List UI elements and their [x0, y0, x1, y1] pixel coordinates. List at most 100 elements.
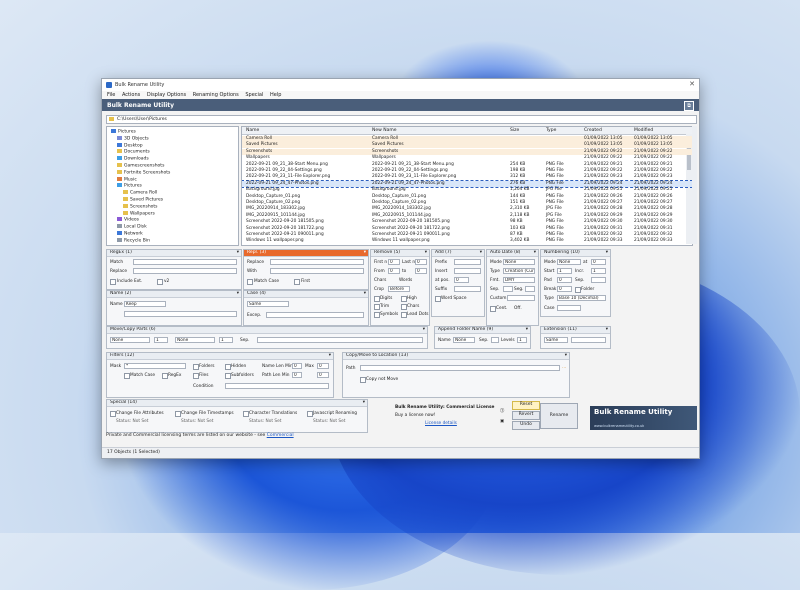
collapse-icon[interactable]: ▾ — [364, 291, 366, 296]
collapse-icon[interactable]: ▾ — [237, 250, 239, 255]
move-copy-sep-field[interactable] — [257, 337, 423, 343]
table-row[interactable]: Screenshot 2022-09-20 181505.png Screensh… — [242, 219, 692, 225]
from-field[interactable]: 0 — [388, 268, 400, 274]
date-seg-field[interactable] — [525, 286, 535, 292]
collapse-icon[interactable]: ▾ — [565, 353, 567, 358]
tree-item[interactable]: Camera Roll — [123, 190, 157, 196]
path-bar[interactable]: C:\Users\User\Pictures — [106, 115, 697, 124]
move-copy-select-2[interactable]: None — [175, 337, 215, 343]
to-field[interactable]: 0 — [415, 268, 427, 274]
rename-button[interactable]: Rename — [540, 403, 578, 429]
collapse-icon[interactable]: ▾ — [425, 250, 427, 255]
name-len-min-field[interactable]: 0 — [292, 363, 302, 369]
move-copy-select-1[interactable]: None — [110, 337, 150, 343]
revert-button[interactable]: Revert — [512, 411, 540, 420]
path-len-max-field[interactable]: 0 — [317, 372, 329, 378]
tree-item[interactable]: Network — [117, 231, 143, 237]
browse-icon[interactable]: … — [562, 365, 566, 370]
menu-special[interactable]: Special — [245, 92, 263, 98]
collapse-icon[interactable]: ▾ — [606, 250, 608, 255]
replace-field[interactable] — [270, 259, 364, 265]
file-list[interactable]: Name New Name Size Type Created Modified… — [241, 126, 693, 246]
tree-item[interactable]: Wallpapers — [123, 210, 155, 217]
first-n-field[interactable]: 0 — [388, 259, 400, 265]
regex-match-field[interactable] — [133, 259, 237, 265]
num-pad-field[interactable]: 0 — [557, 277, 572, 283]
regex-replace-field[interactable] — [133, 268, 237, 274]
prefix-field[interactable] — [454, 259, 481, 265]
tree-item[interactable]: Music — [117, 176, 137, 183]
move-copy-count-2[interactable]: 1 — [219, 337, 233, 343]
table-row[interactable]: Camera Roll Camera Roll 01/09/2022 13:05 01… — [242, 136, 692, 142]
first-checkbox[interactable] — [294, 279, 300, 285]
move-copy-count-1[interactable]: 1 — [154, 337, 168, 343]
date-sep-field[interactable] — [503, 286, 513, 292]
tree-item[interactable]: Fortnite Screenshots — [117, 169, 170, 176]
tree-item[interactable]: Recycle Bin — [117, 237, 150, 244]
num-sep-field[interactable] — [591, 277, 606, 283]
tree-item[interactable]: Videos — [117, 217, 139, 223]
name-select[interactable]: Keep — [124, 301, 166, 307]
table-row[interactable]: IMG_20220915_101144.jpg IMG_20220915_1011… — [242, 213, 692, 219]
menu-help[interactable]: Help — [270, 92, 281, 98]
path-len-min-field[interactable]: 0 — [292, 372, 302, 378]
date-fmt-select[interactable]: DMY — [503, 277, 535, 283]
tree-item[interactable]: Pictures — [111, 129, 136, 135]
tree-item[interactable]: 3D Objects — [117, 135, 149, 142]
table-row[interactable]: Wallpapers Wallpapers 21/09/2022 09:22 21/0… — [242, 155, 692, 161]
num-start-field[interactable]: 1 — [557, 268, 572, 274]
num-case-select[interactable] — [557, 305, 581, 311]
num-type-select[interactable]: Base 10 (Decimal) — [557, 295, 606, 301]
collapse-icon[interactable]: ▾ — [329, 353, 331, 358]
info-icon[interactable]: ⓵ — [500, 408, 504, 414]
tree-item[interactable]: Documents — [117, 149, 150, 155]
append-levels-field[interactable]: 1 — [517, 337, 527, 343]
table-row[interactable]: Screenshots Screenshots 21/09/2022 09:22 21… — [242, 148, 692, 155]
crop-select[interactable]: Before — [388, 286, 410, 292]
table-row[interactable]: Desktop_Capture_01.png Desktop_Capture_01… — [242, 194, 692, 200]
tree-item[interactable]: Gamescreenshots — [117, 163, 164, 169]
date-mode-select[interactable]: None — [503, 259, 535, 265]
table-row[interactable]: 2022-09-21 09_24_47-Photos.png 2022-09-21… — [242, 179, 692, 188]
tree-item[interactable]: Screenshots — [123, 203, 158, 210]
menu-display-options[interactable]: Display Options — [147, 92, 186, 98]
num-break-field[interactable]: 0 — [557, 286, 572, 292]
name-field[interactable] — [124, 311, 237, 317]
col-created[interactable]: Created — [584, 128, 602, 133]
collapse-icon[interactable]: ▾ — [526, 327, 528, 332]
commercial-link[interactable]: Commercial — [267, 433, 294, 438]
col-name[interactable]: Name — [246, 128, 259, 133]
copy-move-path-field[interactable] — [360, 365, 560, 371]
right-scroll-strip[interactable] — [692, 126, 697, 244]
menu-file[interactable]: File — [107, 92, 115, 98]
table-row[interactable]: IMG_20220914_183302.jpg IMG_20220914_1833… — [242, 206, 692, 212]
table-row[interactable]: Background.jpg Background.jpg 1,204 KB JPG … — [242, 187, 692, 193]
table-row[interactable]: Screenshot 2022-09-20 181722.png Screensh… — [242, 226, 692, 232]
collapse-icon[interactable]: ▾ — [423, 327, 425, 332]
extension-select[interactable]: Same — [544, 337, 568, 343]
condition-field[interactable] — [225, 383, 329, 389]
v2-checkbox[interactable] — [157, 279, 163, 285]
collapse-icon[interactable]: ▾ — [364, 250, 366, 255]
match-case-checkbox[interactable] — [247, 279, 253, 285]
date-type-select[interactable]: Creation (Curr.) — [503, 268, 535, 274]
table-row[interactable]: Desktop_Capture_02.png Desktop_Capture_02… — [242, 200, 692, 206]
tree-item[interactable]: Desktop — [117, 142, 143, 149]
last-n-field[interactable]: 0 — [415, 259, 427, 265]
num-mode-select[interactable]: None — [557, 259, 581, 265]
collapse-icon[interactable]: ▾ — [237, 291, 239, 296]
with-field[interactable] — [270, 268, 364, 274]
col-modified[interactable]: Modified — [634, 128, 653, 133]
collapse-icon[interactable]: ▾ — [480, 250, 482, 255]
extension-field[interactable] — [571, 337, 606, 343]
table-row[interactable]: Windows 11 wallpaper.png Windows 11 wallp… — [242, 238, 692, 244]
tree-item[interactable]: Downloads — [117, 156, 149, 162]
menu-renaming-options[interactable]: Renaming Options — [193, 92, 239, 98]
tree-item[interactable]: Pictures — [117, 183, 142, 189]
col-type[interactable]: Type — [546, 128, 556, 133]
lock-icon[interactable]: ▣ — [500, 419, 504, 424]
col-new-name[interactable]: New Name — [372, 128, 397, 133]
menu-actions[interactable]: Actions — [122, 92, 140, 98]
table-row[interactable]: 2022-09-21 09_21_38-Start Menu.png 2022-0… — [242, 162, 692, 168]
window-mode-icon[interactable]: ⧉ — [684, 101, 694, 111]
